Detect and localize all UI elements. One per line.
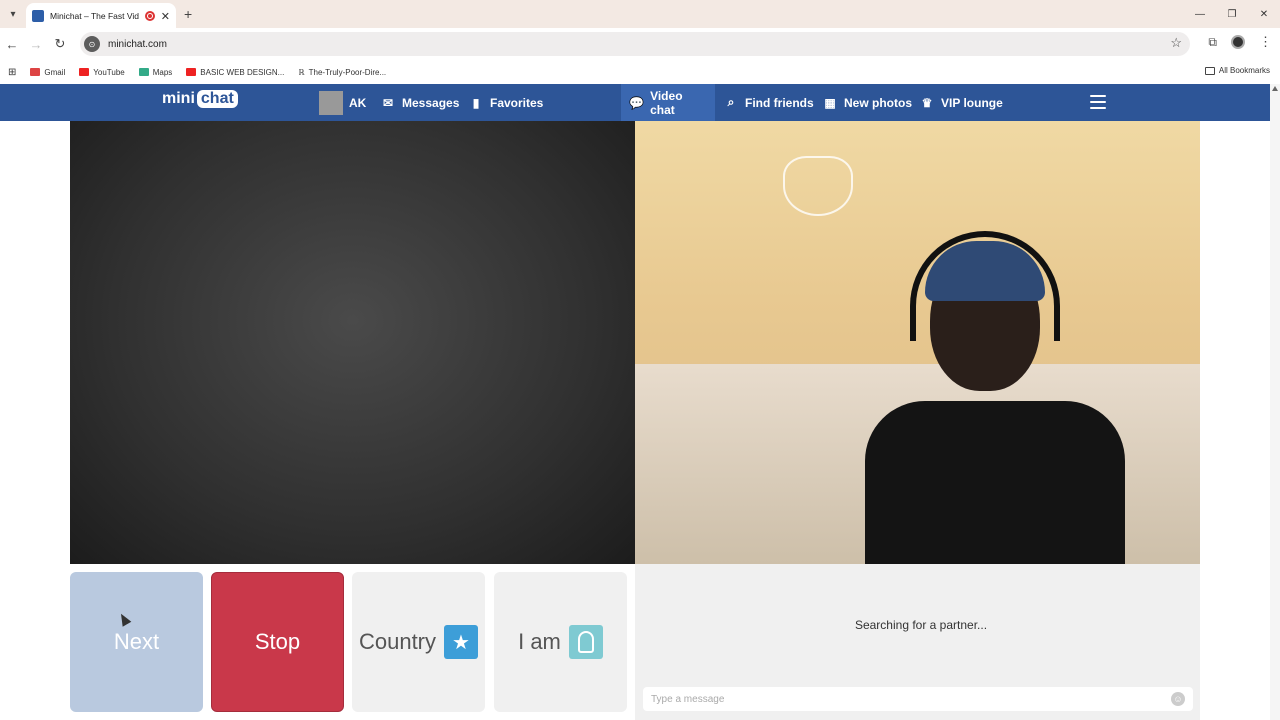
recording-icon [144,11,155,21]
restore-button[interactable]: ❐ [1216,0,1248,28]
bookmark-icon: ▮ [472,95,480,110]
close-tab-icon[interactable]: ✕ [161,10,170,23]
chat-bubble-icon: 💬 [629,95,644,110]
chat-panel: Searching for a partner... Type a messag… [635,564,1200,720]
status-text: Searching for a partner... [854,618,988,632]
photo-grid-icon: ▦ [824,95,836,110]
country-button[interactable]: Country ★ [352,572,485,712]
site-header: mini chat AK ✉ Messages ▮ Favorites 💬 Vi… [0,84,1270,121]
tab-title: Minichat – The Fast Video C [50,11,139,21]
bookmark-basic-web-design[interactable]: BASIC WEB DESIGN... [186,68,284,77]
star-icon: ★ [444,625,479,659]
youtube-icon [79,68,90,76]
bookmark-page-icon: ℝ [298,67,305,77]
toolbar-right: ⧉ ⋮ [1208,34,1272,50]
self-video [635,121,1200,564]
bookmark-gmail[interactable]: Gmail [30,68,65,77]
next-button[interactable]: Next [70,572,203,712]
hamburger-menu-icon[interactable] [1090,95,1106,109]
nav-find-friends[interactable]: ⌕ Find friends [723,84,814,121]
nav-video-chat[interactable]: 💬 Video chat [621,84,715,121]
emoji-icon[interactable]: ☺ [1171,692,1185,706]
url-text[interactable]: minichat.com [108,39,167,50]
bookmark-youtube[interactable]: YouTube [79,68,125,77]
stop-button[interactable]: Stop [211,572,344,712]
extensions-icon[interactable]: ⧉ [1208,35,1217,50]
browser-toolbar: ← → ↻ ⊙ minichat.com ☆ ⧉ ⋮ [0,28,1280,60]
minimize-button[interactable]: — [1184,0,1216,28]
crown-icon: ♛ [921,95,933,110]
user-webcam-figure [865,231,1125,564]
new-tab-button[interactable]: + [184,6,192,22]
apps-grid-icon[interactable]: ⊞ [8,67,16,78]
site-info-icon[interactable]: ⊙ [84,36,100,52]
window-controls: — ❐ ✕ [1184,0,1280,28]
address-bar[interactable]: ⊙ minichat.com ☆ [80,32,1190,56]
partner-video [70,121,635,564]
forward-button[interactable]: → [24,37,48,52]
profile-avatar[interactable] [1231,35,1245,49]
search-icon: ⌕ [727,95,735,109]
envelope-icon: ✉ [382,95,394,110]
reload-button[interactable]: ↻ [48,36,72,52]
back-button[interactable]: ← [0,37,24,52]
nav-new-photos[interactable]: ▦ New photos [822,84,912,121]
tab-search-button[interactable]: ▾ [0,0,26,28]
youtube-icon [186,68,197,76]
message-input[interactable]: Type a message ☺ [643,687,1193,711]
bookmark-star-icon[interactable]: ☆ [1170,35,1182,51]
nav-vip-lounge[interactable]: ♛ VIP lounge [919,84,1003,121]
browser-tab[interactable]: Minichat – The Fast Video C ✕ [26,3,176,29]
person-icon [568,625,603,659]
user-avatar [319,90,343,115]
maps-icon [138,68,149,76]
bookmark-maps[interactable]: Maps [138,68,172,77]
minichat-favicon-icon [32,10,44,22]
gmail-icon [30,68,41,76]
folder-icon [1204,66,1215,75]
all-bookmarks-button[interactable]: All Bookmarks [1204,66,1270,75]
page-scrollbar[interactable] [1270,84,1280,720]
nav-favorites[interactable]: ▮ Favorites [468,84,544,121]
message-placeholder[interactable]: Type a message [651,694,724,705]
bookmark-truly-poor[interactable]: ℝ The-Truly-Poor-Dire... [298,68,386,77]
bookmarks-bar: ⊞ Gmail YouTube Maps BASIC WEB DESIGN...… [0,60,1280,84]
wall-decoration [783,156,853,216]
browser-menu-icon[interactable]: ⋮ [1259,34,1272,50]
close-window-button[interactable]: ✕ [1248,0,1280,28]
nav-profile[interactable]: AK [319,84,366,121]
browser-tabbar: ▾ Minichat – The Fast Video C ✕ + — ❐ ✕ [0,0,1280,29]
nav-messages[interactable]: ✉ Messages [380,84,459,121]
minichat-logo[interactable]: mini chat [162,90,238,108]
gender-button[interactable]: I am [494,572,627,712]
